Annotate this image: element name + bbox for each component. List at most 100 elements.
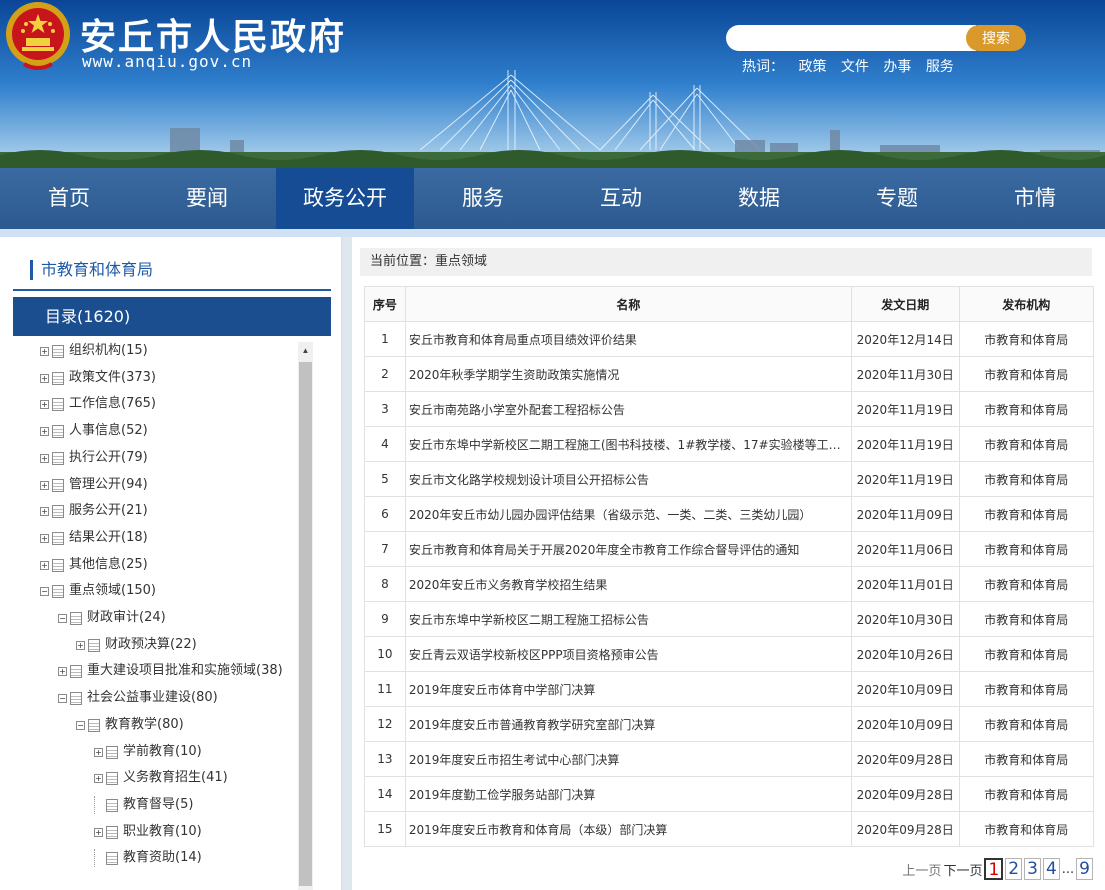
row-title-link[interactable]: 2019年度安丘市招生考试中心部门决算 [404, 741, 852, 777]
expand-icon[interactable]: + [40, 453, 49, 463]
tree-item-label[interactable]: 职业教育(10) [123, 823, 202, 841]
nav-item-interaction[interactable]: 互动 [552, 168, 690, 229]
nav-item-city-info[interactable]: 市情 [966, 168, 1104, 229]
nav-item-news[interactable]: 要闻 [138, 168, 276, 229]
row-title-link[interactable]: 安丘市文化路学校规划设计项目公开招标公告 [404, 461, 852, 497]
tree-item-label[interactable]: 学前教育(10) [123, 743, 202, 761]
expand-icon[interactable]: + [40, 480, 49, 490]
tree-item-label[interactable]: 管理公开(94) [69, 476, 148, 494]
collapse-icon[interactable]: − [58, 693, 67, 703]
page-link-3[interactable]: 3 [1024, 858, 1041, 880]
expand-icon[interactable]: + [40, 373, 49, 383]
hotword-link-affairs[interactable]: 办事 [883, 59, 911, 75]
collapse-icon[interactable]: − [40, 586, 49, 596]
row-title-link[interactable]: 2020年秋季学期学生资助政策实施情况 [404, 356, 852, 392]
tree-item-label[interactable]: 其他信息(25) [69, 556, 148, 574]
expand-icon[interactable]: + [40, 426, 49, 436]
tree-item[interactable]: + 职业教育(10) [94, 823, 202, 841]
tree-item-label[interactable]: 教育资助(14) [123, 849, 202, 867]
tree-item[interactable]: − 教育教学(80) [76, 716, 184, 734]
tree-item[interactable]: + 服务公开(21) [40, 502, 148, 520]
tree-item[interactable]: + 财政预决算(22) [76, 636, 197, 654]
tree-item-label[interactable]: 财政审计(24) [87, 609, 166, 627]
row-title-link[interactable]: 2019年度勤工俭学服务站部门决算 [404, 776, 852, 812]
row-title-link[interactable]: 安丘市东埠中学新校区二期工程施工招标公告 [404, 601, 852, 637]
row-title-link[interactable]: 安丘市东埠中学新校区二期工程施工(图书科技楼、1#教学楼、17#实验楼等工程..… [404, 426, 852, 462]
nav-item-data[interactable]: 数据 [690, 168, 828, 229]
expand-icon[interactable]: + [40, 506, 49, 516]
search-button[interactable]: 搜索 [966, 25, 1026, 51]
page-link-4[interactable]: 4 [1042, 858, 1060, 880]
expand-icon[interactable]: + [76, 640, 85, 650]
tree-item[interactable]: + 工作信息(765) [40, 395, 156, 413]
table-row: 1 安丘市教育和体育局重点项目绩效评价结果 2020年12月14日 市教育和体育局 [364, 321, 1095, 357]
nav-item-service[interactable]: 服务 [414, 168, 552, 229]
tree-item-label[interactable]: 重大建设项目批准和实施领域(38) [87, 662, 283, 680]
tree-item[interactable]: + 重大建设项目批准和实施领域(38) [58, 662, 283, 680]
tree-item-label[interactable]: 教育教学(80) [105, 716, 184, 734]
hotword-link-policy[interactable]: 政策 [798, 59, 826, 75]
tree-item-label[interactable]: 社会公益事业建设(80) [87, 689, 218, 707]
page-link-2[interactable]: 2 [1005, 858, 1023, 880]
expand-icon[interactable]: + [40, 399, 49, 409]
tree-item-label[interactable]: 工作信息(765) [69, 395, 156, 413]
collapse-icon[interactable]: − [58, 613, 67, 623]
tree-item-label[interactable]: 教育督导(5) [123, 796, 193, 814]
tree-item[interactable]: + 政策文件(373) [40, 369, 156, 387]
tree-item[interactable]: + 结果公开(18) [40, 529, 148, 547]
scroll-thumb[interactable] [299, 362, 312, 886]
tree-item[interactable]: + 其他信息(25) [40, 556, 148, 574]
tree-item-label[interactable]: 组织机构(15) [69, 342, 148, 360]
nav-item-gov-open[interactable]: 政务公开 [276, 168, 414, 229]
page-link-last[interactable]: 9 [1076, 858, 1093, 880]
row-title-link[interactable]: 安丘青云双语学校新校区PPP项目资格预审公告 [404, 636, 852, 672]
expand-icon[interactable]: + [40, 560, 49, 570]
page-link-1[interactable]: 1 [984, 858, 1004, 880]
tree-item[interactable]: + 学前教育(10) [94, 743, 202, 761]
expand-icon[interactable]: + [94, 827, 103, 837]
tree-item-label[interactable]: 结果公开(18) [69, 529, 148, 547]
row-title-link[interactable]: 安丘市南苑路小学室外配套工程招标公告 [404, 391, 852, 427]
expand-icon[interactable]: + [40, 533, 49, 543]
row-title-link[interactable]: 2019年度安丘市教育和体育局（本级）部门决算 [404, 811, 852, 847]
catalog-header[interactable]: 目录(1620) [13, 297, 331, 336]
tree-item[interactable]: + 义务教育招生(41) [94, 769, 228, 787]
tree-item[interactable]: − 财政审计(24) [58, 609, 166, 627]
expand-icon[interactable]: + [94, 747, 103, 757]
row-title-link[interactable]: 2020年安丘市幼儿园办园评估结果（省级示范、一类、二类、三类幼儿园） [404, 496, 852, 532]
expand-icon[interactable]: + [40, 346, 49, 356]
row-title-link[interactable]: 2020年安丘市义务教育学校招生结果 [404, 566, 852, 602]
tree-item[interactable]: − 社会公益事业建设(80) [58, 689, 218, 707]
tree-item-label[interactable]: 执行公开(79) [69, 449, 148, 467]
row-title-link[interactable]: 2019年度安丘市普通教育教学研究室部门决算 [404, 706, 852, 742]
expand-icon[interactable]: + [94, 773, 103, 783]
tree-item[interactable]: 教育督导(5) [94, 796, 193, 814]
nav-item-home[interactable]: 首页 [0, 168, 138, 229]
tree-item-label[interactable]: 政策文件(373) [69, 369, 156, 387]
tree-item-label[interactable]: 人事信息(52) [69, 422, 148, 440]
hotword-link-document[interactable]: 文件 [841, 59, 869, 75]
row-title-link[interactable]: 安丘市教育和体育局关于开展2020年度全市教育工作综合督导评估的通知 [404, 531, 852, 567]
collapse-icon[interactable]: − [76, 720, 85, 730]
tree-item[interactable]: + 组织机构(15) [40, 342, 148, 360]
tree-item-label[interactable]: 重点领域(150) [69, 582, 156, 600]
tree-item[interactable]: + 执行公开(79) [40, 449, 148, 467]
next-page-link[interactable]: 下一页 [943, 860, 982, 879]
nav-item-topics[interactable]: 专题 [828, 168, 966, 229]
expand-icon[interactable]: + [58, 666, 67, 676]
row-title-link[interactable]: 2019年度安丘市体育中学部门决算 [404, 671, 852, 707]
prev-page-link[interactable]: 上一页 [902, 860, 941, 879]
tree-item-label[interactable]: 义务教育招生(41) [123, 769, 228, 787]
hotword-link-service[interactable]: 服务 [926, 59, 954, 75]
scroll-up-arrow-icon[interactable]: ▲ [298, 342, 313, 360]
sidebar-department-title[interactable]: 市教育和体育局 [30, 260, 153, 280]
tree-item[interactable]: + 人事信息(52) [40, 422, 148, 440]
tree-item-label[interactable]: 财政预决算(22) [105, 636, 197, 654]
tree-item[interactable]: 教育资助(14) [94, 849, 202, 867]
search-input[interactable] [726, 25, 976, 51]
tree-item-label[interactable]: 服务公开(21) [69, 502, 148, 520]
tree-item[interactable]: + 管理公开(94) [40, 476, 148, 494]
tree-scrollbar[interactable]: ▲ [298, 342, 313, 890]
tree-item[interactable]: − 重点领域(150) [40, 582, 156, 600]
row-title-link[interactable]: 安丘市教育和体育局重点项目绩效评价结果 [404, 321, 852, 357]
